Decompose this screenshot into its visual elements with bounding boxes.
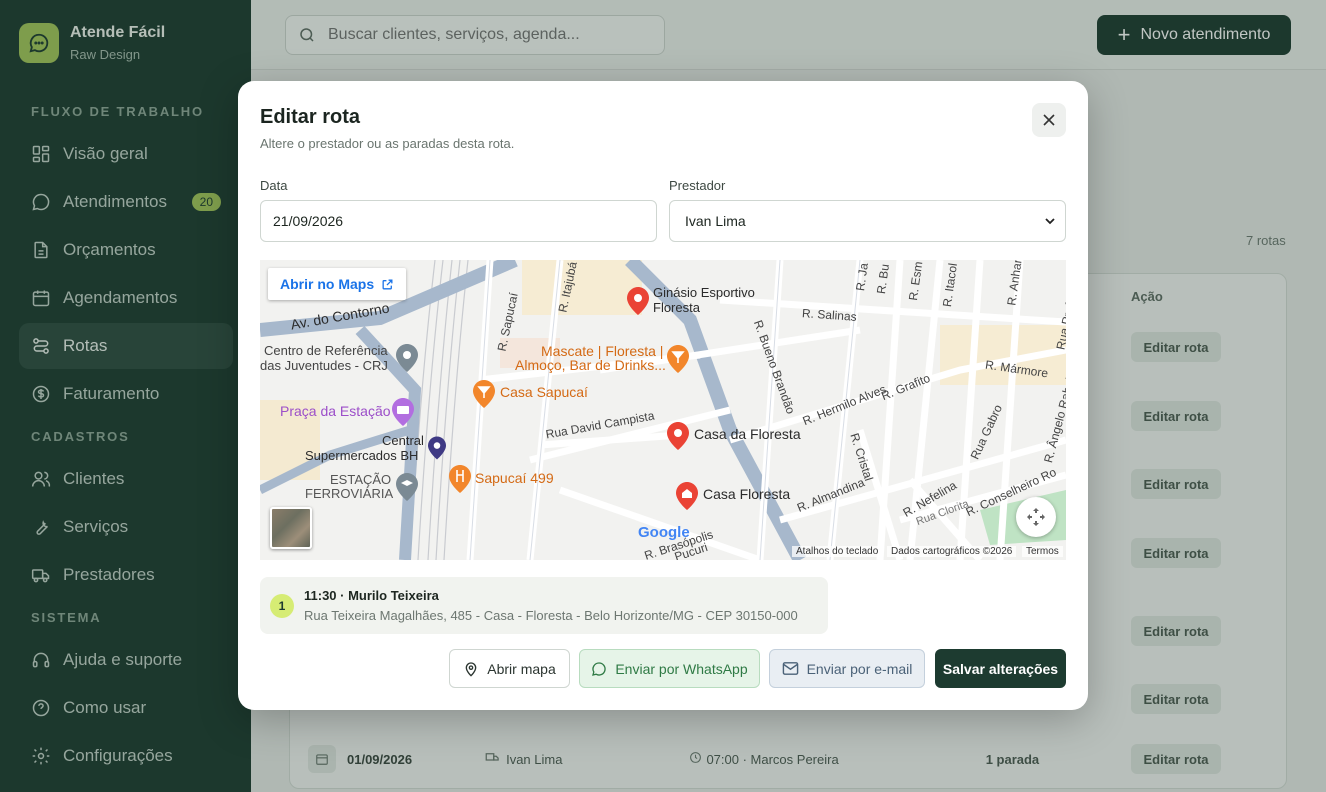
- restaurant-marker-icon[interactable]: [449, 465, 471, 493]
- open-map-button[interactable]: Abrir mapa: [449, 649, 570, 688]
- google-logo-text: Google: [638, 524, 690, 541]
- place-marker-icon[interactable]: [396, 344, 418, 372]
- modal-subtitle: Altere o prestador ou as paradas desta r…: [260, 136, 515, 151]
- date-field[interactable]: 21/09/2026: [260, 200, 657, 242]
- map-marker-icon[interactable]: [627, 287, 649, 315]
- map-place-label: Almoço, Bar de Drinks...: [515, 357, 666, 373]
- map-place-label: Floresta: [653, 300, 700, 315]
- close-icon: [1043, 114, 1055, 126]
- send-whatsapp-button[interactable]: Enviar por WhatsApp: [579, 649, 760, 688]
- map-place-label: Sapucaí 499: [475, 470, 554, 486]
- map-place-label: FERROVIÁRIA: [305, 486, 394, 501]
- camera-marker-icon[interactable]: [392, 398, 414, 426]
- provider-select[interactable]: Ivan Lima: [669, 200, 1066, 242]
- open-in-maps-link[interactable]: Abrir no Maps: [268, 268, 407, 300]
- save-changes-button[interactable]: Salvar alterações: [935, 649, 1066, 688]
- map-place-label: Ginásio Esportivo: [653, 285, 755, 300]
- route-map[interactable]: Abrir no Maps Av. do Contorno Centro de …: [260, 260, 1066, 560]
- chevron-down-icon: [1045, 217, 1055, 224]
- modal-title: Editar rota: [260, 106, 361, 128]
- map-place-label: Praça da Estação: [280, 403, 391, 419]
- map-place-label: Casa Sapucaí: [500, 384, 588, 400]
- open-in-maps-label: Abrir no Maps: [280, 276, 375, 292]
- stop-title: 11:30 · Murilo Teixeira: [304, 588, 439, 603]
- send-whatsapp-label: Enviar por WhatsApp: [615, 660, 748, 677]
- stop-card: 1 11:30 · Murilo Teixeira Rua Teixeira M…: [260, 577, 828, 634]
- provider-label: Prestador: [669, 178, 726, 193]
- close-button[interactable]: [1032, 103, 1066, 137]
- map-marker-icon[interactable]: [667, 422, 689, 450]
- stop-number: 1: [270, 594, 294, 618]
- open-map-label: Abrir mapa: [487, 660, 556, 677]
- external-link-icon: [382, 279, 393, 289]
- fullscreen-button[interactable]: [1016, 497, 1056, 537]
- shop-marker-icon[interactable]: [428, 436, 446, 460]
- edit-route-modal: Editar rota Altere o prestador ou as par…: [238, 81, 1088, 710]
- map-place-label: das Juventudes - CRJ: [260, 358, 388, 373]
- school-marker-icon[interactable]: [396, 473, 418, 501]
- stop-address: Rua Teixeira Magalhães, 485 - Casa - Flo…: [304, 608, 798, 623]
- map-place-label: Supermercados BH: [305, 448, 419, 463]
- keyboard-shortcuts-link[interactable]: Atalhos do teclado: [792, 546, 883, 557]
- bar-marker-icon[interactable]: [667, 345, 689, 373]
- terms-link[interactable]: Termos: [1022, 546, 1063, 557]
- map-pin-icon: [465, 661, 477, 677]
- google-logo: Google: [638, 524, 690, 541]
- map-place-label: ESTAÇÃO: [330, 472, 392, 487]
- mail-icon: [782, 662, 798, 675]
- send-email-button[interactable]: Enviar por e-mail: [769, 649, 925, 688]
- map-data-attribution: Dados cartográficos ©2026: [887, 546, 1017, 557]
- bar-marker-icon[interactable]: [473, 380, 495, 408]
- chat-icon: [592, 661, 607, 676]
- map-place-label: Central: [382, 433, 424, 448]
- home-marker-icon[interactable]: [676, 482, 698, 510]
- fullscreen-icon: [1027, 508, 1045, 526]
- satellite-toggle[interactable]: [270, 507, 312, 549]
- send-email-label: Enviar por e-mail: [806, 660, 913, 677]
- map-place-label: Casa Floresta: [703, 486, 791, 502]
- date-label: Data: [260, 178, 288, 193]
- map-place-label: Centro de Referência: [264, 343, 388, 358]
- map-place-label: Casa da Floresta: [694, 426, 801, 442]
- provider-select-value: Ivan Lima: [685, 213, 746, 229]
